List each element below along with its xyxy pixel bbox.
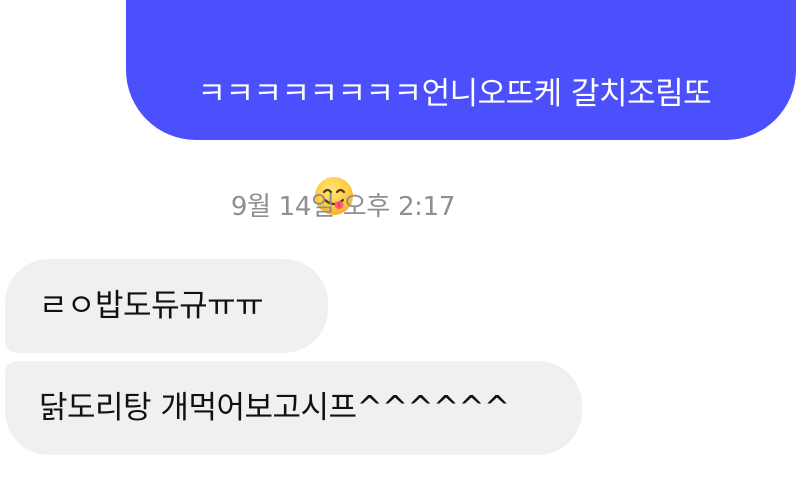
received-message-bubble[interactable]: 닭도리탕 개먹어보고시프^^^^^^ [5, 361, 582, 455]
message-timestamp: 9월 14일 오후 2:17 [230, 192, 456, 222]
sent-message-line-1: ㅋㅋㅋㅋㅋㅋㅋㅋ언니오뜨케 갈치조림또 [197, 76, 712, 112]
received-message-bubble[interactable]: ㄹㅇ밥도듀규ㅠㅠ [5, 259, 328, 353]
sent-message-bubble[interactable]: ㅋㅋㅋㅋㅋㅋㅋㅋ언니오뜨케 갈치조림또 먹고시퍄 [126, 0, 796, 216]
received-message-text: ㄹㅇ밥도듀규ㅠㅠ [39, 288, 264, 324]
chat-screen: ㅋㅋㅋㅋㅋㅋㅋㅋ언니오뜨케 갈치조림또 먹고시퍄 9월 14일 오후 2:17 … [0, 0, 811, 481]
received-message-text: 닭도리탕 개먹어보고시프^^^^^^ [39, 390, 510, 426]
